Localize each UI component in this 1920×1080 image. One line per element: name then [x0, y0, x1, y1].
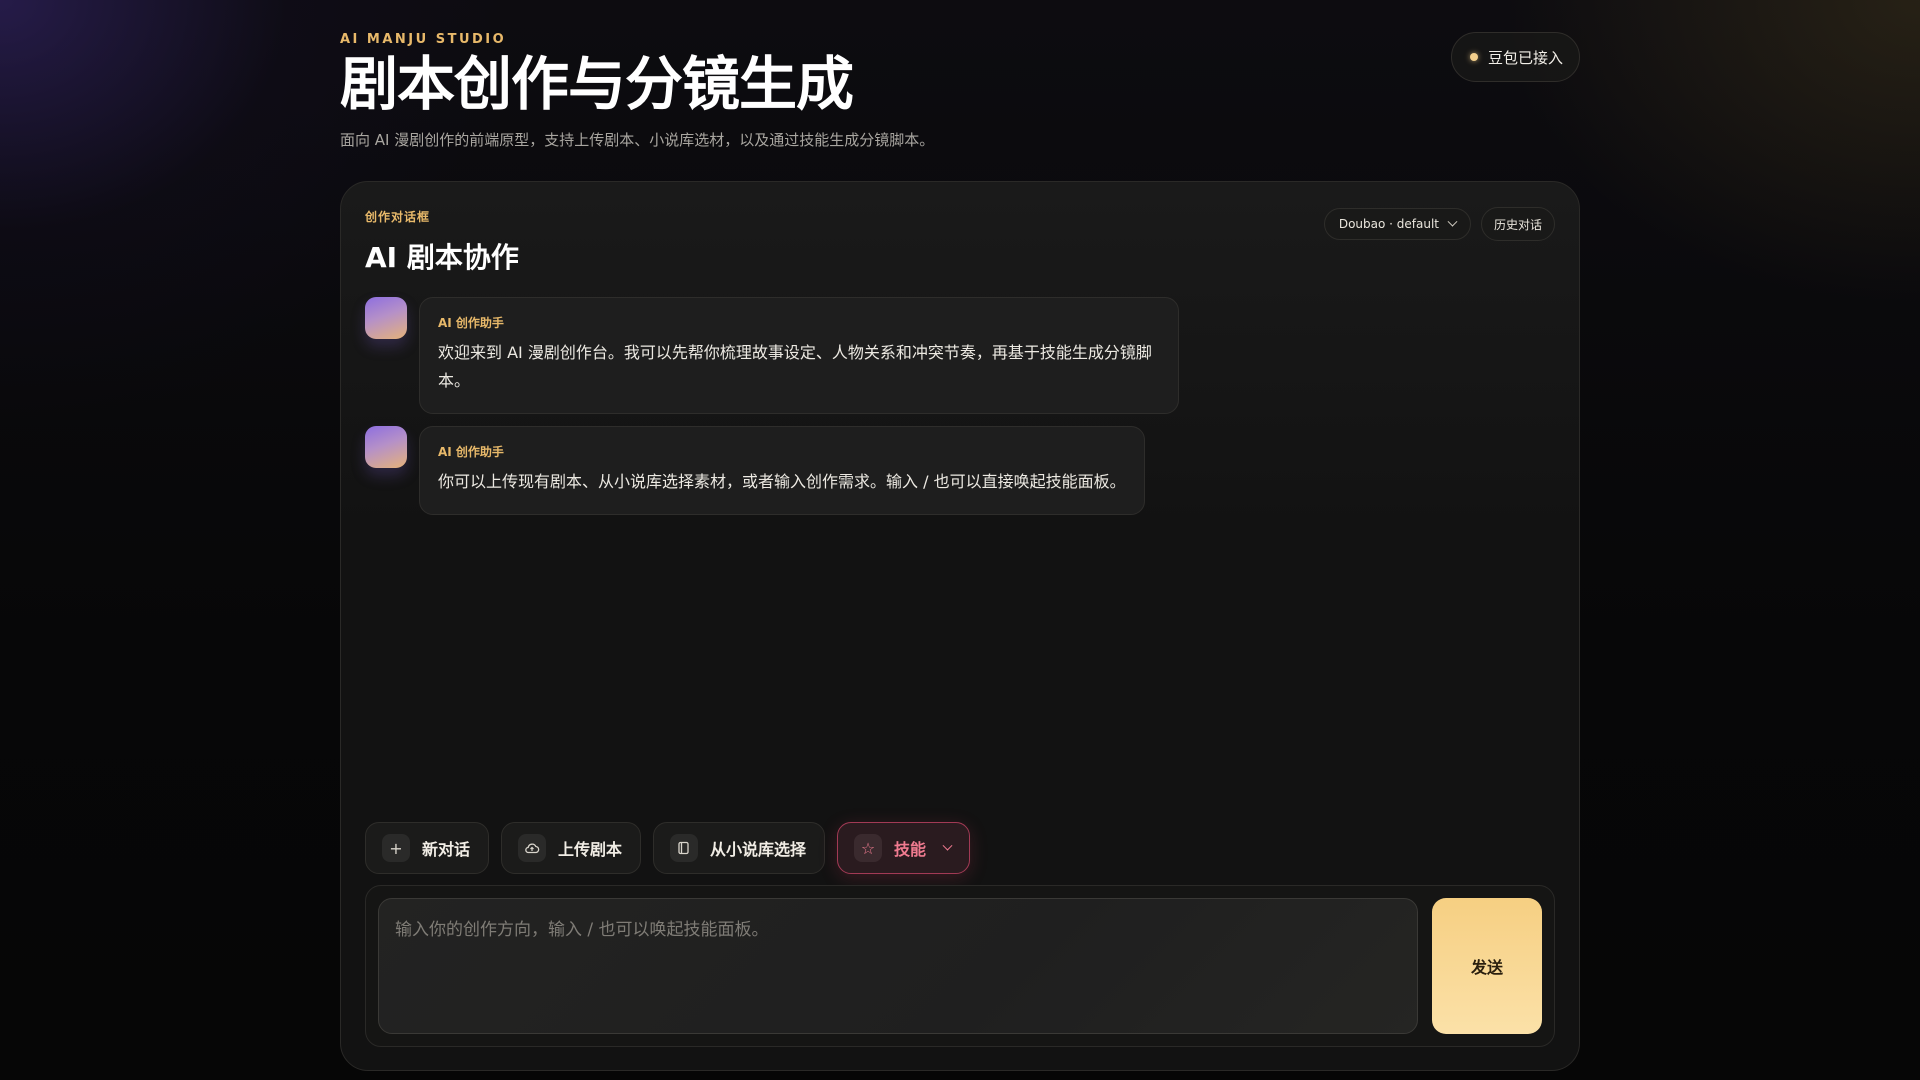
skills-dropdown-button[interactable]: ☆ 技能 — [837, 822, 971, 874]
plus-icon: + — [382, 834, 410, 862]
assistant-avatar — [365, 297, 407, 339]
message-item: AI 创作助手 你可以上传现有剧本、从小说库选择素材，或者输入创作需求。输入 /… — [365, 426, 1145, 515]
send-button[interactable]: 发送 — [1432, 898, 1542, 1034]
chevron-down-icon — [1447, 216, 1458, 227]
star-icon: ☆ — [854, 834, 883, 862]
cloud-upload-icon — [518, 834, 547, 862]
new-chat-label: 新对话 — [422, 840, 471, 859]
composer: 发送 — [365, 885, 1555, 1047]
skills-label: 技能 — [894, 840, 927, 859]
action-toolbar: + 新对话 上传剧本 从小说库选择 ☆ 技能 — [365, 822, 971, 874]
message-text: 你可以上传现有剧本、从小说库选择素材，或者输入创作需求。输入 / 也可以直接唤起… — [438, 472, 1126, 491]
panel-kicker: 创作对话框 — [365, 210, 431, 224]
book-icon — [670, 834, 699, 862]
message-item: AI 创作助手 欢迎来到 AI 漫剧创作台。我可以先帮你梳理故事设定、人物关系和… — [365, 297, 1179, 414]
status-dot-icon — [1469, 53, 1478, 61]
model-select[interactable]: Doubao · default — [1323, 208, 1471, 240]
page-title: 剧本创作与分镜生成 — [340, 50, 854, 118]
panel-title: AI 剧本协作 — [365, 241, 519, 274]
message-bubble: AI 创作助手 你可以上传现有剧本、从小说库选择素材，或者输入创作需求。输入 /… — [419, 426, 1145, 515]
library-select-label: 从小说库选择 — [710, 840, 807, 859]
model-select-label: Doubao · default — [1338, 217, 1439, 231]
upload-script-button[interactable]: 上传剧本 — [501, 822, 642, 874]
chat-panel: 创作对话框 AI 剧本协作 Doubao · default 历史对话 AI 创… — [340, 181, 1580, 1071]
app-root: AI MANJU STUDIO 剧本创作与分镜生成 面向 AI 漫剧创作的前端原… — [340, 0, 1580, 1080]
library-select-button[interactable]: 从小说库选择 — [653, 822, 826, 874]
message-text: 欢迎来到 AI 漫剧创作台。我可以先帮你梳理故事设定、人物关系和冲突节奏，再基于… — [438, 343, 1152, 390]
message-sender: AI 创作助手 — [438, 445, 504, 459]
chevron-down-icon — [942, 840, 953, 851]
status-label: 豆包已接入 — [1487, 48, 1563, 67]
assistant-avatar — [365, 426, 407, 468]
message-bubble: AI 创作助手 欢迎来到 AI 漫剧创作台。我可以先帮你梳理故事设定、人物关系和… — [419, 297, 1179, 414]
prompt-input[interactable] — [378, 898, 1418, 1034]
history-button[interactable]: 历史对话 — [1480, 207, 1555, 241]
message-sender: AI 创作助手 — [438, 316, 504, 330]
new-chat-button[interactable]: + 新对话 — [365, 822, 490, 874]
brand-kicker: AI MANJU STUDIO — [340, 32, 507, 47]
page-subtitle: 面向 AI 漫剧创作的前端原型，支持上传剧本、小说库选材，以及通过技能生成分镜脚… — [340, 131, 935, 149]
upload-script-label: 上传剧本 — [558, 840, 623, 859]
connection-status-badge: 豆包已接入 — [1450, 32, 1580, 82]
